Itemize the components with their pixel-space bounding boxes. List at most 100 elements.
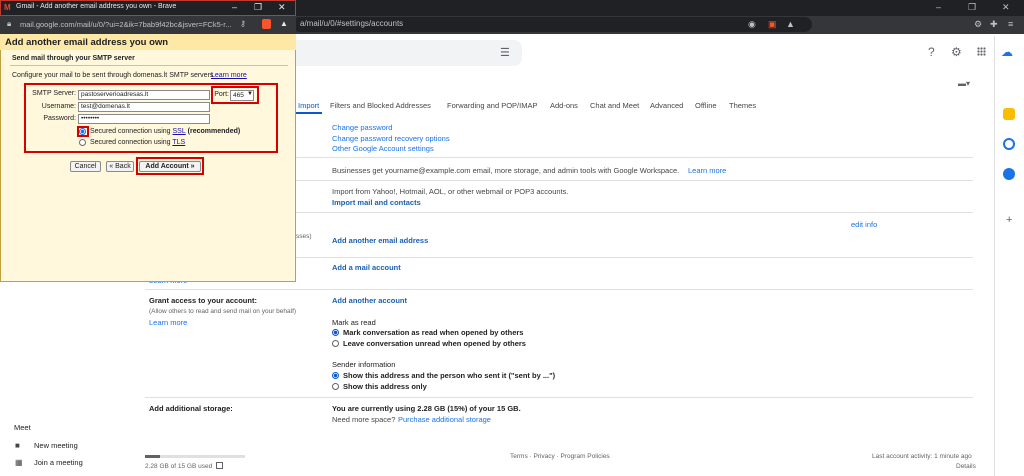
keyboard-icon: ▦ [15, 458, 23, 467]
keyboard-icon[interactable]: ▬▾ [958, 79, 970, 88]
popup-maximize-button[interactable]: ❐ [254, 2, 262, 13]
new-meeting-link[interactable]: New meeting [34, 441, 78, 450]
warning-icon[interactable]: ▲ [280, 19, 288, 28]
add-account-button[interactable]: Add Account » [139, 161, 201, 172]
purchase-storage-link[interactable]: Purchase additional storage [398, 415, 491, 424]
close-window-button[interactable]: ✕ [1002, 2, 1010, 13]
tasks-icon[interactable] [1003, 138, 1015, 150]
edit-info-link[interactable]: edit info [851, 220, 877, 229]
settings-gear-icon[interactable]: ⚙ [951, 45, 962, 59]
smtp-learn-more-link[interactable]: Learn more [211, 72, 247, 79]
change-recovery-link[interactable]: Change password recovery options [332, 134, 450, 143]
show-sender-radio[interactable] [332, 372, 339, 379]
smtp-server-input[interactable]: pastoserverioadresas.lt [78, 90, 210, 100]
gmail-logo-icon: M [4, 3, 11, 12]
active-tab-indicator [296, 112, 322, 114]
popup-heading: Add another email address you own [5, 37, 169, 48]
password-input[interactable]: •••••••• [78, 114, 210, 124]
footer-links[interactable]: Terms · Privacy · Program Policies [510, 453, 610, 460]
help-icon[interactable]: ? [928, 45, 935, 59]
tab-advanced[interactable]: Advanced [650, 101, 683, 110]
minimize-window-button[interactable]: – [936, 2, 941, 12]
tls-radio[interactable] [79, 139, 86, 146]
mark-as-read-heading: Mark as read [332, 318, 376, 327]
video-camera-icon: ■ [15, 441, 20, 450]
change-password-link[interactable]: Change password [332, 123, 392, 132]
key-icon[interactable]: ⚷ [240, 19, 246, 28]
ssl-link[interactable]: SSL [173, 128, 186, 135]
brave-rewards-icon[interactable]: ▲ [786, 19, 795, 29]
chevron-down-icon: ▼ [247, 91, 253, 97]
details-link[interactable]: Details [956, 463, 976, 470]
search-options-icon[interactable]: ☰ [500, 46, 510, 59]
tab-forwarding[interactable]: Forwarding and POP/IMAP [447, 101, 537, 110]
back-button[interactable]: « Back [106, 161, 134, 172]
tab-addons[interactable]: Add-ons [550, 101, 578, 110]
popup-minimize-button[interactable]: – [232, 2, 237, 12]
storage-used-text: 2.28 GB of 15 GB used [145, 463, 213, 470]
import-mail-link[interactable]: Import mail and contacts [332, 198, 421, 207]
extension-icon[interactable]: ⚙ [974, 19, 982, 30]
open-external-icon[interactable] [216, 462, 223, 469]
divider [145, 397, 973, 398]
tls-link[interactable]: TLS [172, 139, 185, 146]
additional-storage-label: Add additional storage: [149, 404, 233, 413]
other-google-settings-link[interactable]: Other Google Account settings [332, 144, 434, 153]
smtp-description: Configure your mail to be sent through d… [12, 72, 214, 79]
apps-grid-icon[interactable] [977, 47, 986, 56]
storage-bar-fill [145, 455, 160, 458]
ssl-radio[interactable] [79, 128, 86, 135]
grant-learn-more-link[interactable]: Learn more [149, 318, 187, 327]
side-panel [994, 36, 1024, 476]
tls-option-label: Secured connection using TLS [90, 139, 186, 146]
mark-read-option: Mark conversation as read when opened by… [343, 328, 524, 337]
grant-access-label: Grant access to your account: [149, 296, 257, 305]
tab-themes[interactable]: Themes [729, 101, 756, 110]
password-label: Password: [43, 115, 76, 122]
maximize-window-button[interactable]: ❐ [968, 2, 976, 13]
keep-icon[interactable] [1003, 108, 1015, 120]
popup-subheading: Send mail through your SMTP server [12, 55, 135, 62]
contacts-icon[interactable] [1003, 168, 1015, 180]
popup-divider [10, 65, 288, 66]
tab-offline[interactable]: Offline [695, 101, 717, 110]
puzzle-icon[interactable]: ✚ [990, 19, 998, 30]
port-label: Port: [214, 91, 229, 98]
divider [145, 289, 973, 290]
tab-filters[interactable]: Filters and Blocked Addresses [330, 101, 431, 110]
lock-icon[interactable]: 🔒︎ [7, 19, 11, 29]
meet-heading: Meet [14, 423, 31, 432]
workspace-text: Businesses get yourname@example.com emai… [332, 166, 680, 175]
brave-shield-icon[interactable]: ▣ [768, 19, 777, 30]
smtp-server-label: SMTP Server: [32, 90, 76, 97]
username-input[interactable]: test@domenas.lt [78, 102, 210, 112]
eye-icon[interactable]: ◉ [748, 19, 756, 30]
add-mail-account-link[interactable]: Add a mail account [332, 263, 401, 272]
popup-window-title: Gmail - Add another email address you ow… [16, 3, 177, 10]
cancel-button[interactable]: Cancel [70, 161, 101, 172]
need-more-space-text: Need more space? [332, 415, 396, 424]
sender-info-heading: Sender information [332, 360, 396, 369]
last-activity-text: Last account activity: 1 minute ago [872, 453, 972, 460]
leave-unread-radio[interactable] [332, 340, 339, 347]
show-address-only-radio[interactable] [332, 383, 339, 390]
username-label: Username: [41, 103, 76, 110]
tab-import[interactable]: Import [298, 101, 319, 110]
brave-shield-icon[interactable] [262, 19, 271, 29]
leave-unread-option: Leave conversation unread when opened by… [343, 339, 526, 348]
storage-bar [145, 455, 245, 458]
popup-close-button[interactable]: ✕ [278, 2, 286, 13]
address-bar-url: a/mail/u/0/#settings/accounts [300, 19, 404, 28]
add-email-address-link[interactable]: Add another email address [332, 236, 428, 245]
add-another-account-link[interactable]: Add another account [332, 296, 407, 305]
join-meeting-link[interactable]: Join a meeting [34, 458, 83, 467]
mark-read-radio[interactable] [332, 329, 339, 336]
import-text: Import from Yahoo!, Hotmail, AOL, or oth… [332, 187, 569, 196]
workspace-learn-more-link[interactable]: Learn more [688, 166, 726, 175]
add-addon-icon[interactable]: + [1006, 214, 1012, 226]
tab-chat-meet[interactable]: Chat and Meet [590, 101, 639, 110]
search-bar[interactable] [296, 40, 522, 66]
grant-access-sublabel: (Allow others to read and send mail on y… [149, 308, 297, 315]
browser-menu-icon[interactable]: ≡ [1008, 19, 1013, 29]
ssl-option-label: Secured connection using SSL (recommende… [90, 128, 241, 135]
